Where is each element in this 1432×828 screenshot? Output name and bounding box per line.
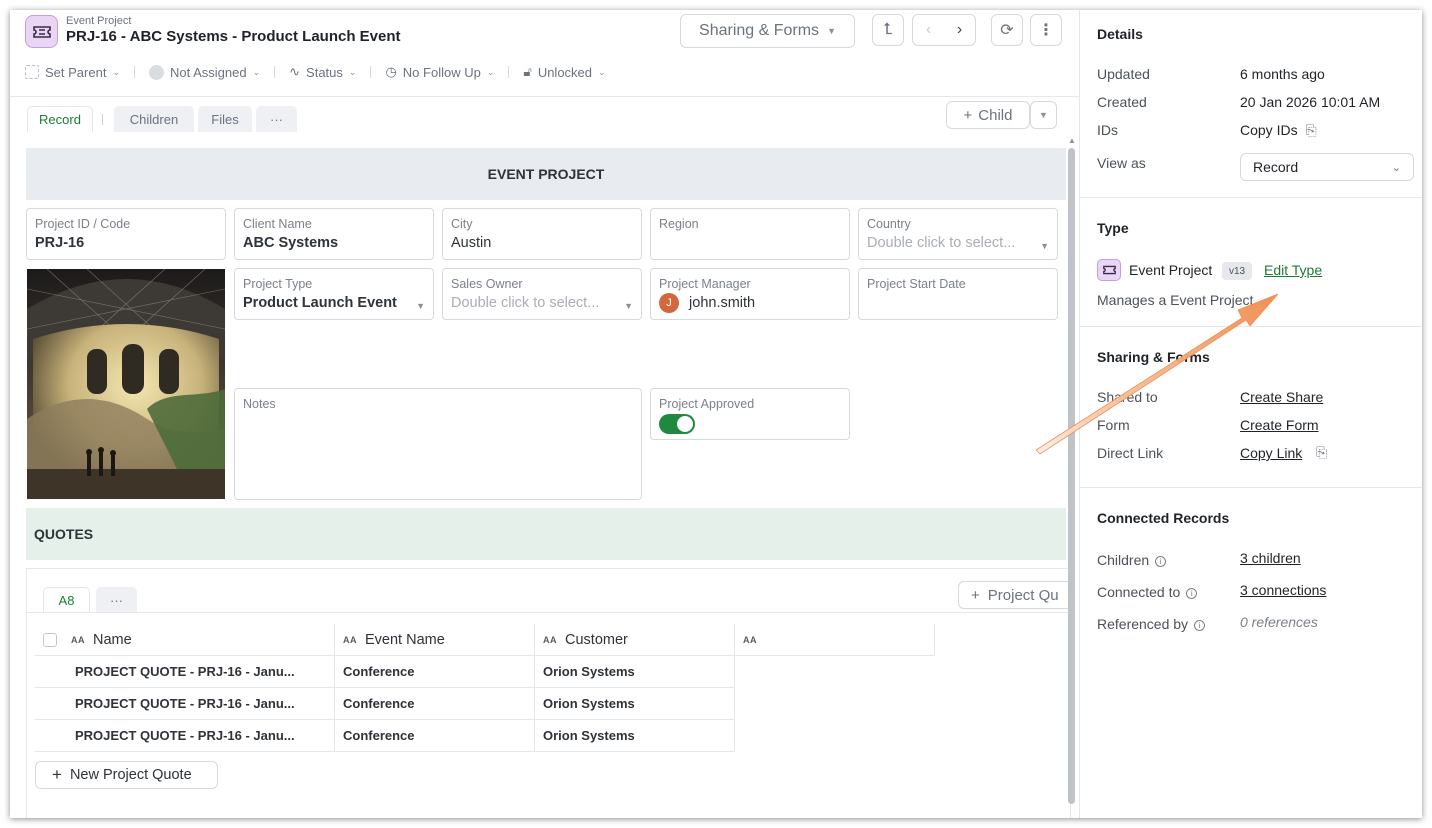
annotation-arrow [1035, 293, 1279, 455]
app-window: Event Project PRJ-16 - ABC Systems - Pro… [10, 10, 1422, 818]
